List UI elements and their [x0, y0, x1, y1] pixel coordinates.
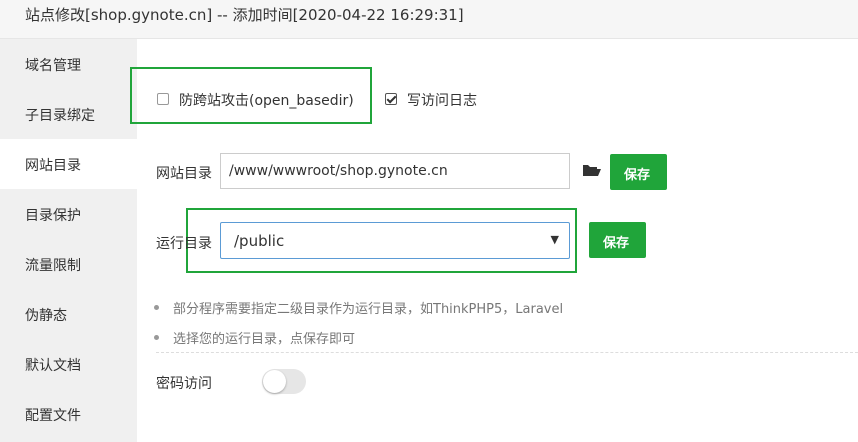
site-dir-value: /www/wwwroot/shop.gynote.cn	[229, 163, 448, 179]
anti-cross-site-label: 防跨站攻击(open_basedir)	[179, 93, 354, 109]
run-dir-save-button[interactable]: 保存	[589, 222, 646, 258]
bullet-dot-icon	[154, 335, 159, 340]
sidebar-item-default-doc[interactable]: 默认文档	[0, 339, 137, 389]
sidebar-item-label: 域名管理	[25, 58, 81, 74]
site-dir-input[interactable]: /www/wwwroot/shop.gynote.cn	[220, 153, 570, 189]
anti-cross-site-checkbox[interactable]	[157, 93, 169, 105]
password-access-label: 密码访问	[156, 376, 212, 392]
sidebar-item-config-file[interactable]: 配置文件	[0, 389, 137, 439]
sidebar-item-subdir-binding[interactable]: 子目录绑定	[0, 89, 137, 139]
password-access-toggle[interactable]	[262, 369, 306, 394]
sidebar-item-label: 伪静态	[25, 308, 67, 324]
save-button-label: 保存	[624, 168, 651, 183]
sidebar-item-label: 默认文档	[25, 358, 81, 374]
run-dir-select[interactable]: /public ▼	[220, 222, 570, 259]
hint-item: 部分程序需要指定二级目录作为运行目录，如ThinkPHP5，Laravel	[154, 298, 563, 317]
divider	[156, 352, 858, 353]
sidebar-item-traffic-limit[interactable]: 流量限制	[0, 239, 137, 289]
sidebar-item-domain[interactable]: 域名管理	[0, 39, 137, 89]
sidebar-item-site-dir[interactable]: 网站目录	[0, 139, 137, 189]
folder-open-icon[interactable]	[582, 162, 602, 178]
sidebar-item-dir-protect[interactable]: 目录保护	[0, 189, 137, 239]
dialog-titlebar: 站点修改[shop.gynote.cn] -- 添加时间[2020-04-22 …	[0, 0, 858, 39]
toggle-knob	[263, 370, 286, 393]
sidebar-item-rewrite[interactable]: 伪静态	[0, 289, 137, 339]
run-dir-label: 运行目录	[156, 236, 212, 252]
site-dir-save-button[interactable]: 保存	[610, 154, 667, 190]
bullet-dot-icon	[154, 305, 159, 310]
access-log-label: 写访问日志	[407, 93, 477, 109]
sidebar-item-label: 配置文件	[25, 408, 81, 424]
sidebar-item-label: 子目录绑定	[25, 108, 95, 124]
access-log-checkbox[interactable]	[385, 93, 397, 105]
sidebar-item-label: 目录保护	[25, 208, 81, 224]
dialog-title: 站点修改[shop.gynote.cn] -- 添加时间[2020-04-22 …	[25, 6, 464, 24]
sidebar: 域名管理 子目录绑定 网站目录 目录保护 流量限制 伪静态 默认文档 配置文件	[0, 39, 137, 442]
sidebar-item-label: 流量限制	[25, 258, 81, 274]
save-button-label: 保存	[603, 236, 630, 251]
hint-item: 选择您的运行目录，点保存即可	[154, 328, 355, 347]
hint-text: 选择您的运行目录，点保存即可	[173, 332, 356, 347]
caret-down-icon: ▼	[550, 233, 559, 246]
run-dir-selected-value: /public	[234, 232, 285, 250]
sidebar-item-label: 网站目录	[25, 158, 81, 174]
site-dir-label: 网站目录	[156, 166, 212, 182]
hint-text: 部分程序需要指定二级目录作为运行目录，如ThinkPHP5，Laravel	[173, 302, 564, 317]
